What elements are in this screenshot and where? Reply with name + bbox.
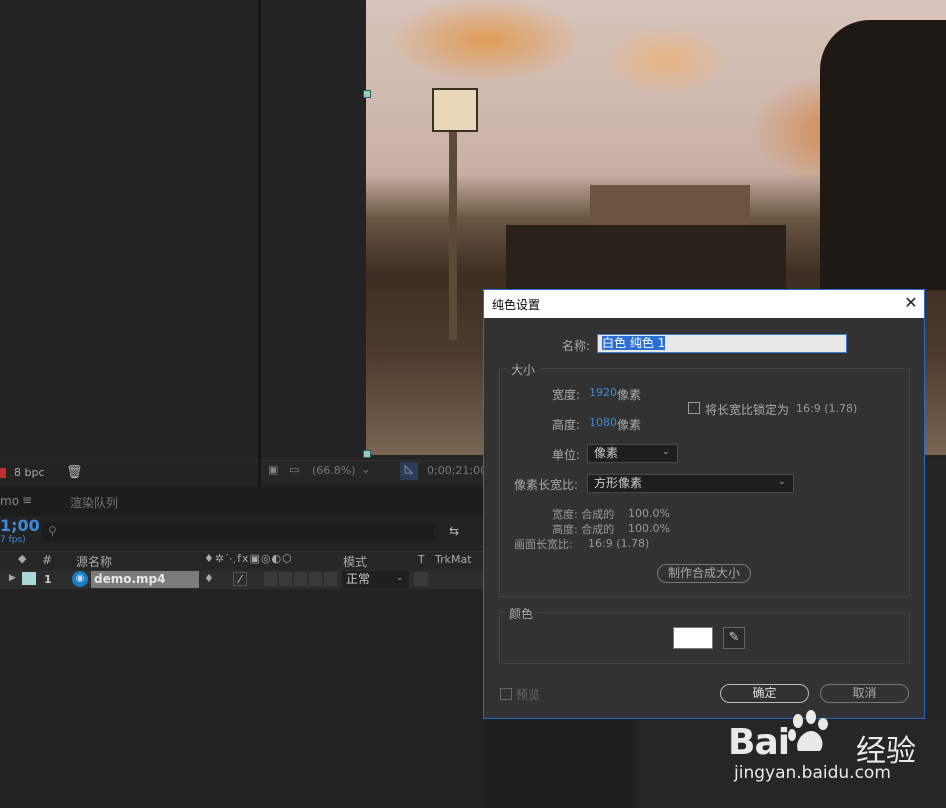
switches-icons: ♦✲⋱fx▣◎◐⬡ (204, 552, 293, 565)
color-swatch[interactable] (673, 627, 713, 649)
color-group-title: 颜色 (505, 605, 538, 622)
unit-label: 单位: (552, 448, 581, 462)
height-value[interactable]: 1080 (589, 416, 617, 429)
project-panel (0, 0, 258, 486)
lock-aspect-checkbox[interactable] (688, 402, 700, 414)
tab-render-queue[interactable]: 渲染队列 (70, 494, 118, 511)
baidu-paw-logo (788, 710, 828, 751)
watermark-brand: Bai (728, 722, 790, 763)
flowchart-icon[interactable] (0, 468, 6, 478)
tab-menu-icon[interactable]: ≡ (22, 493, 32, 507)
header-source-name[interactable]: 源名称 (76, 553, 112, 570)
dialog-title: 纯色设置 (492, 298, 541, 312)
pixel-aspect-select[interactable]: 方形像素 (587, 474, 794, 493)
height-unit: 像素 (617, 418, 642, 432)
flow-icon[interactable]: ⇆ (449, 524, 459, 538)
bit-depth-button[interactable]: 8 bpc (14, 466, 45, 479)
lock-aspect-ratio: 16:9 (1.78) (796, 402, 858, 415)
layer-label-color[interactable] (22, 572, 36, 585)
resolution-icon[interactable]: ◺ (400, 462, 418, 480)
switch-box[interactable] (264, 572, 277, 586)
current-time[interactable]: 1;00 (0, 516, 40, 535)
name-input[interactable]: 白色 纯色 1 (597, 334, 847, 353)
chevron-down-icon[interactable]: ⌄ (396, 573, 404, 583)
layer-number: 1 (44, 573, 52, 586)
video-frame-detail (432, 88, 478, 132)
info-height-label: 高度: 合成的 (552, 523, 615, 536)
pixel-aspect-label: 像素长宽比: (514, 478, 579, 492)
footage-icon: ◉ (72, 571, 88, 587)
lock-aspect-label[interactable]: 将长宽比锁定为 (705, 401, 789, 418)
info-width-value: 100.0% (628, 507, 670, 520)
trkmat-box[interactable] (414, 572, 428, 586)
header-mode[interactable]: 模式 (343, 553, 367, 570)
make-comp-size-button[interactable]: 制作合成大小 (657, 564, 751, 583)
close-icon[interactable]: ✕ (900, 292, 922, 314)
header-t[interactable]: T (418, 553, 425, 566)
video-frame-detail (449, 130, 457, 340)
layer-name[interactable]: demo.mp4 (91, 571, 199, 588)
eyedropper-icon[interactable]: ✎ (723, 627, 745, 649)
viewer-timecode[interactable]: 0;00;21;00 (427, 464, 487, 477)
switch-box[interactable] (309, 572, 322, 586)
size-group-title: 大小 (507, 361, 540, 378)
video-frame-detail (590, 185, 750, 230)
width-unit: 像素 (617, 388, 642, 402)
switch-box[interactable] (294, 572, 307, 586)
name-label: 名称: (562, 339, 591, 353)
header-trkmat[interactable]: TrkMat (435, 553, 472, 566)
search-icon: ⚲ (48, 524, 57, 538)
dialog-titlebar (484, 290, 924, 318)
info-height-value: 100.0% (628, 522, 670, 535)
cancel-button[interactable]: 取消 (820, 684, 909, 703)
name-input-value: 白色 纯色 1 (602, 336, 666, 350)
zoom-level[interactable]: (66.8%) (312, 464, 356, 477)
height-label: 高度: (552, 418, 581, 432)
fps-readout: 7 fps) (0, 535, 26, 545)
video-frame-detail (506, 225, 786, 295)
expand-arrow-icon[interactable]: ▶ (9, 573, 16, 583)
info-width-label: 宽度: 合成的 (552, 508, 615, 521)
width-label: 宽度: (552, 388, 581, 402)
ok-button[interactable]: 确定 (720, 684, 809, 703)
preview-label[interactable]: 预览 (516, 686, 540, 703)
transform-handle[interactable] (363, 450, 371, 458)
tab-composition[interactable]: mo (0, 494, 19, 508)
chevron-down-icon[interactable]: ⌄ (361, 463, 370, 476)
width-value[interactable]: 1920 (589, 386, 617, 399)
chevron-down-icon[interactable]: ⌄ (778, 477, 786, 487)
switch-box[interactable] (324, 572, 337, 586)
transform-handle[interactable] (363, 90, 371, 98)
watermark-url: jingyan.baidu.com (734, 763, 891, 783)
layer-search-input[interactable] (42, 522, 434, 542)
header-number[interactable]: # (42, 553, 52, 567)
quality-switch-icon[interactable]: ⁄ (233, 572, 247, 586)
info-frame-value: 16:9 (1.78) (588, 537, 650, 550)
shy-switch-icon[interactable]: ♦ (204, 572, 214, 585)
switch-box[interactable] (279, 572, 292, 586)
video-frame-detail (820, 20, 946, 290)
chevron-down-icon[interactable]: ⌄ (662, 447, 670, 457)
right-panel-strip (924, 460, 946, 720)
display-icon[interactable]: ▣ (268, 463, 278, 476)
info-frame-label: 画面长宽比: (514, 538, 573, 551)
monitor-icon[interactable]: ▭ (289, 463, 299, 476)
trash-icon[interactable]: 🗑 (66, 465, 83, 480)
tag-icon: ◆ (18, 552, 27, 565)
preview-checkbox[interactable] (500, 688, 512, 700)
